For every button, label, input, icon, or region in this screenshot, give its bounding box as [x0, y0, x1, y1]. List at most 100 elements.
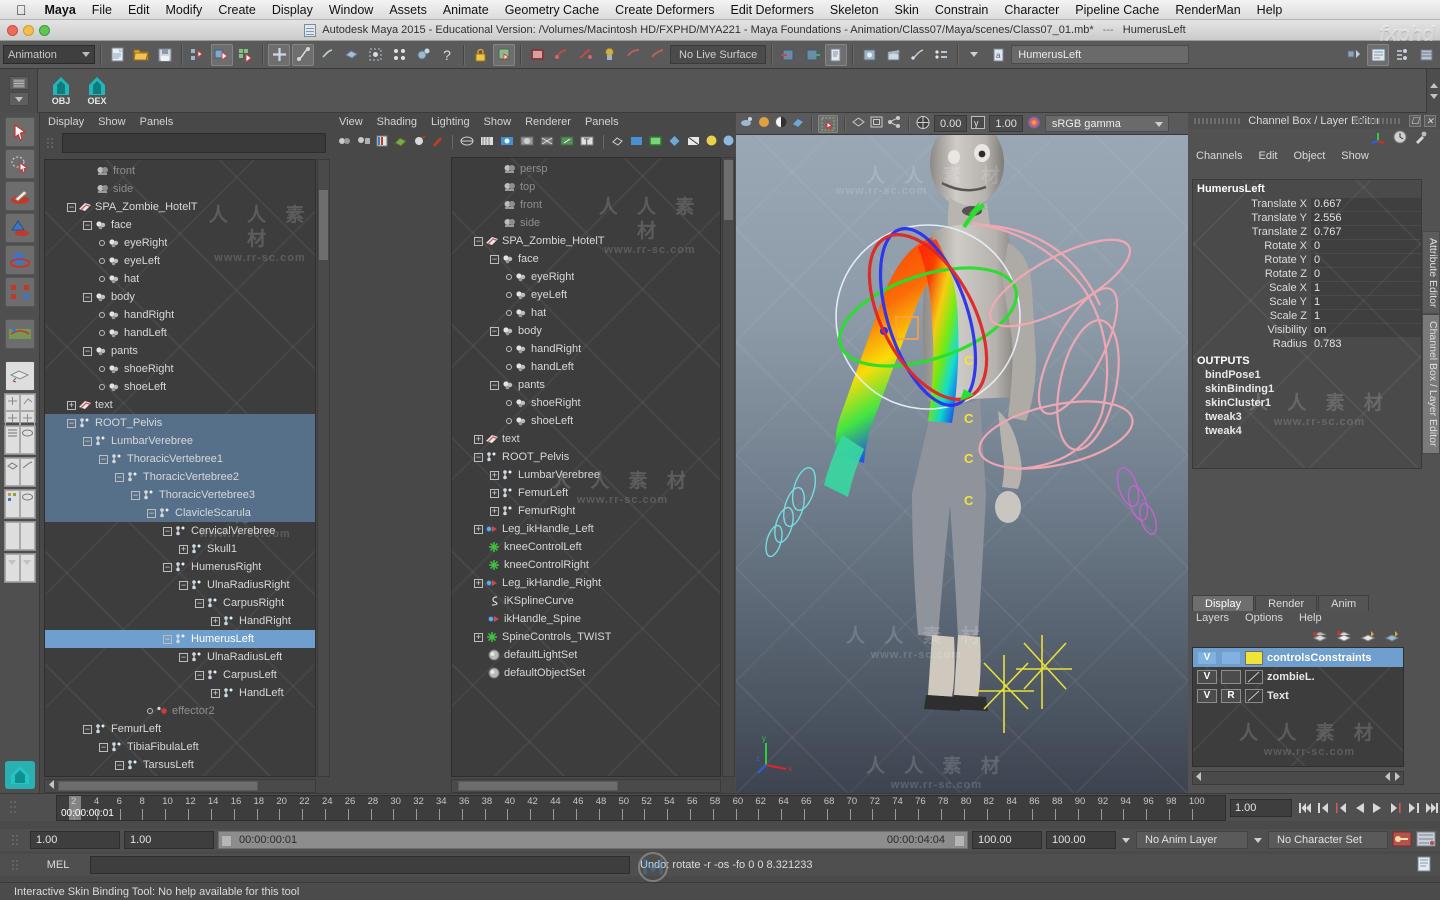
menu-file[interactable]: File	[84, 3, 120, 17]
range-start-time-field[interactable]: 1.00	[124, 831, 214, 849]
channel-output-item[interactable]: bindPose1	[1193, 368, 1421, 382]
tree-row[interactable]: eyeRight	[452, 268, 720, 286]
expand-node-icon[interactable]: +	[490, 488, 499, 498]
camera-attributes-icon[interactable]	[356, 134, 371, 151]
ipr-render-icon[interactable]	[550, 44, 572, 66]
close-icon[interactable]: ✕	[1424, 115, 1436, 127]
scroll-up-icon[interactable]	[1429, 83, 1438, 88]
collapse-node-icon[interactable]: −	[99, 742, 108, 752]
color-space-selector[interactable]: sRGB gamma	[1044, 115, 1169, 132]
open-sidebar-right-icon[interactable]	[801, 44, 823, 66]
bookmark-icon[interactable]	[375, 134, 389, 151]
open-sidebar-left-icon[interactable]	[777, 44, 799, 66]
tree-row[interactable]: − HumerusRight	[45, 558, 315, 576]
ao-icon[interactable]	[667, 134, 682, 151]
channel-attribute-value[interactable]: 1	[1311, 309, 1421, 323]
channel-attribute-value[interactable]: on	[1311, 323, 1421, 337]
graph-editor-icon[interactable]	[906, 44, 928, 66]
two-sided-lighting-icon[interactable]	[412, 134, 426, 151]
film-clapper-icon[interactable]	[882, 44, 904, 66]
tab-channel-box-layer-editor[interactable]: Channel Box / Layer Editor	[1422, 314, 1440, 454]
tree-row[interactable]: − TibiaFibulaLeft	[45, 738, 315, 756]
collapse-node-icon[interactable]: −	[99, 454, 108, 464]
tree-row[interactable]: − ThoracicVertebree1	[45, 450, 315, 468]
zoom-window-button[interactable]	[39, 24, 50, 36]
animation-preferences-icon[interactable]	[1416, 830, 1436, 851]
menu-animate[interactable]: Animate	[435, 3, 497, 17]
apple-icon[interactable]: 	[6, 3, 37, 17]
wireframe-icon[interactable]	[459, 134, 475, 151]
outliner-left-tree[interactable]: 人 人 素 材 www.rr-sc.com 人 人 素 材 www.rr-sc.…	[44, 159, 316, 777]
collapse-node-icon[interactable]: −	[195, 670, 204, 680]
expand-node-icon[interactable]: +	[211, 616, 220, 626]
layer-visibility-toggle[interactable]: V	[1197, 688, 1217, 703]
help-icon[interactable]: ?	[436, 44, 458, 66]
tree-row[interactable]: − face	[45, 216, 315, 234]
single-perspective-view-icon[interactable]	[4, 361, 35, 391]
toggle-modeling-toolkit-icon[interactable]	[1343, 44, 1365, 66]
tree-row[interactable]: − UlnaRadiusLeft	[45, 648, 315, 666]
tree-row[interactable]: effector2	[45, 702, 315, 720]
channel-attribute-value[interactable]: 1	[1311, 281, 1421, 295]
selection-name-input[interactable]: HumerusLeft	[1011, 45, 1190, 64]
paint-effects-icon[interactable]	[430, 134, 444, 151]
tab-render[interactable]: Render	[1255, 595, 1318, 611]
tree-row[interactable]: + Leg_ikHandle_Left	[452, 520, 720, 538]
restore-icon[interactable]: ☐	[1409, 115, 1421, 127]
range-end-time-field[interactable]: 100.00	[972, 831, 1042, 849]
select-in-viewport-icon[interactable]	[818, 114, 838, 133]
channel-attribute-row[interactable]: Translate X 0.667	[1193, 197, 1421, 211]
layer-visibility-toggle[interactable]: V	[1197, 650, 1217, 665]
snap-view-plane-icon[interactable]	[340, 44, 362, 66]
collapse-node-icon[interactable]: −	[163, 562, 172, 572]
tree-row[interactable]: + FemurLeft	[452, 484, 720, 502]
menu-window[interactable]: Window	[321, 3, 381, 17]
tree-row[interactable]: top	[452, 178, 720, 196]
menu-renderman[interactable]: RenderMan	[1167, 3, 1248, 17]
channel-attribute-value[interactable]: 2.556	[1311, 211, 1421, 225]
collapse-node-icon[interactable]: −	[163, 526, 172, 536]
chevron-down-icon[interactable]	[1122, 837, 1130, 843]
collapse-node-icon[interactable]: −	[490, 326, 499, 336]
menu-help[interactable]: Help	[1249, 3, 1291, 17]
channel-output-item[interactable]: tweak4	[1193, 424, 1421, 438]
rotate-tool-icon[interactable]	[4, 245, 35, 275]
tree-row[interactable]: handLeft	[45, 324, 315, 342]
hypershade-icon[interactable]	[598, 44, 620, 66]
tree-row[interactable]: shoeRight	[452, 394, 720, 412]
expand-node-icon[interactable]: +	[490, 470, 499, 480]
menu-display[interactable]: Display	[264, 3, 321, 17]
expand-node-icon[interactable]: +	[179, 544, 188, 554]
collapse-node-icon[interactable]: −	[195, 598, 204, 608]
scroll-left-icon[interactable]	[1195, 772, 1202, 784]
tree-row[interactable]: front	[452, 196, 720, 214]
tree-row[interactable]: − pants	[452, 376, 720, 394]
channel-attribute-value[interactable]: 0.783	[1311, 338, 1421, 351]
outliner-menu-display[interactable]: Display	[48, 116, 84, 128]
tree-row[interactable]: handLeft	[452, 358, 720, 376]
tree-row[interactable]: − ThoracicVertebree2	[45, 468, 315, 486]
shaded-textured-icon[interactable]	[519, 134, 535, 151]
animation-start-time-field[interactable]: 1.00	[30, 831, 120, 849]
outliner-search-input[interactable]	[62, 133, 326, 153]
menu-geometry-cache[interactable]: Geometry Cache	[497, 3, 607, 17]
layer-row[interactable]: VzombieL.	[1193, 667, 1403, 686]
layer-playback-mode-toggle[interactable]	[1221, 650, 1241, 665]
menu-create-deformers[interactable]: Create Deformers	[607, 3, 722, 17]
menu-modify[interactable]: Modify	[157, 3, 210, 17]
range-left-handle[interactable]	[221, 835, 232, 847]
collapse-node-icon[interactable]: −	[474, 452, 483, 462]
channel-attribute-row[interactable]: Rotate Z 0	[1193, 267, 1421, 281]
layer-menu-options[interactable]: Options	[1245, 612, 1283, 628]
channel-box-attribute-list[interactable]: 人 人 素 材 www.rr-sc.com HumerusLeft Transl…	[1192, 179, 1422, 469]
tree-row[interactable]: hat	[45, 270, 315, 288]
collapse-node-icon[interactable]: −	[490, 380, 499, 390]
channel-attribute-row[interactable]: Rotate Y 0	[1193, 253, 1421, 267]
exposure-value[interactable]: 0.00	[934, 115, 968, 132]
scroll-left-step-icon[interactable]	[1384, 772, 1391, 784]
expand-node-icon[interactable]: +	[67, 400, 76, 410]
layout-dropdown-right[interactable]	[19, 554, 35, 582]
toggle-attribute-editor-icon[interactable]	[1367, 43, 1389, 66]
sun-light-icon[interactable]	[757, 115, 771, 132]
tree-row[interactable]: − UlnaRadiusRight	[45, 576, 315, 594]
